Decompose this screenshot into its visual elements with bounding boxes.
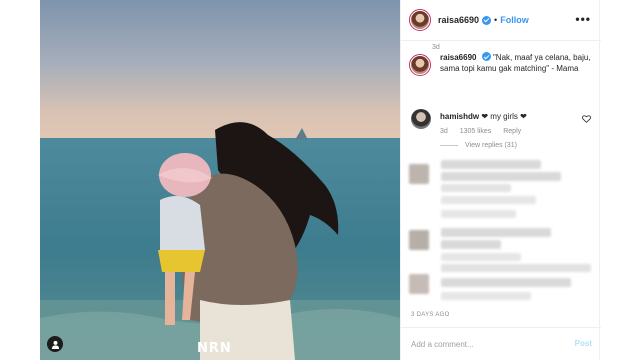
follow-button[interactable]: Follow	[500, 15, 529, 25]
photo-watermark: NRN	[197, 341, 232, 356]
header-separator: •	[494, 15, 498, 25]
blurred-line	[441, 264, 591, 272]
verified-badge-icon	[481, 52, 491, 61]
post-header: raisa6690 • Follow •••	[401, 0, 601, 41]
blurred-line	[441, 253, 521, 261]
add-comment-input[interactable]	[411, 337, 561, 351]
post-side-panel: raisa6690 • Follow ••• raisa6690 "Nak, m…	[400, 0, 601, 360]
more-options-icon[interactable]: •••	[575, 12, 591, 26]
blurred-line	[441, 160, 541, 169]
blurred-avatar	[409, 230, 429, 250]
right-margin	[601, 0, 640, 360]
photo-image	[40, 0, 400, 360]
blurred-line	[441, 228, 551, 237]
blurred-line	[441, 172, 561, 181]
blurred-line	[441, 210, 516, 218]
author-avatar[interactable]	[409, 9, 431, 31]
heart-icon[interactable]	[582, 115, 591, 123]
blurred-line	[441, 278, 571, 287]
post-photo[interactable]	[40, 0, 400, 360]
blurred-avatar	[409, 164, 429, 184]
post-comment-button[interactable]: Post	[575, 339, 592, 348]
blurred-comments	[401, 156, 601, 306]
commenter-avatar[interactable]	[411, 109, 431, 129]
comment-text: ❤ my girls ❤	[481, 112, 527, 121]
comment-body: hamishdw ❤ my girls ❤	[440, 112, 527, 121]
comment-likes[interactable]: 1305 likes	[460, 128, 492, 135]
commenter-username[interactable]: hamishdw	[440, 112, 479, 121]
post-caption: raisa6690 "Nak, maaf ya celana, baju, sa…	[409, 52, 595, 76]
reply-button[interactable]: Reply	[503, 128, 521, 135]
view-replies-button[interactable]: View replies (31)	[440, 142, 517, 149]
comment-age: 3d	[440, 128, 448, 135]
caption-username[interactable]: raisa6690	[440, 53, 476, 62]
add-comment-bar: Post	[401, 327, 601, 360]
user-tag-icon[interactable]	[47, 336, 63, 352]
caption-age: 3d	[432, 44, 440, 51]
caption-body: raisa6690 "Nak, maaf ya celana, baju, sa…	[440, 52, 595, 76]
blurred-line	[441, 196, 536, 204]
caption-avatar[interactable]	[409, 54, 431, 76]
author-username[interactable]: raisa6690	[438, 15, 479, 25]
post-timestamp: 3 DAYS AGO	[411, 312, 450, 318]
comment-meta: 3d 1305 likes Reply	[440, 128, 531, 135]
blurred-line	[441, 240, 501, 249]
blurred-line	[441, 184, 511, 192]
blurred-line	[441, 292, 531, 300]
verified-badge-icon	[482, 15, 492, 25]
blurred-avatar	[409, 274, 429, 294]
